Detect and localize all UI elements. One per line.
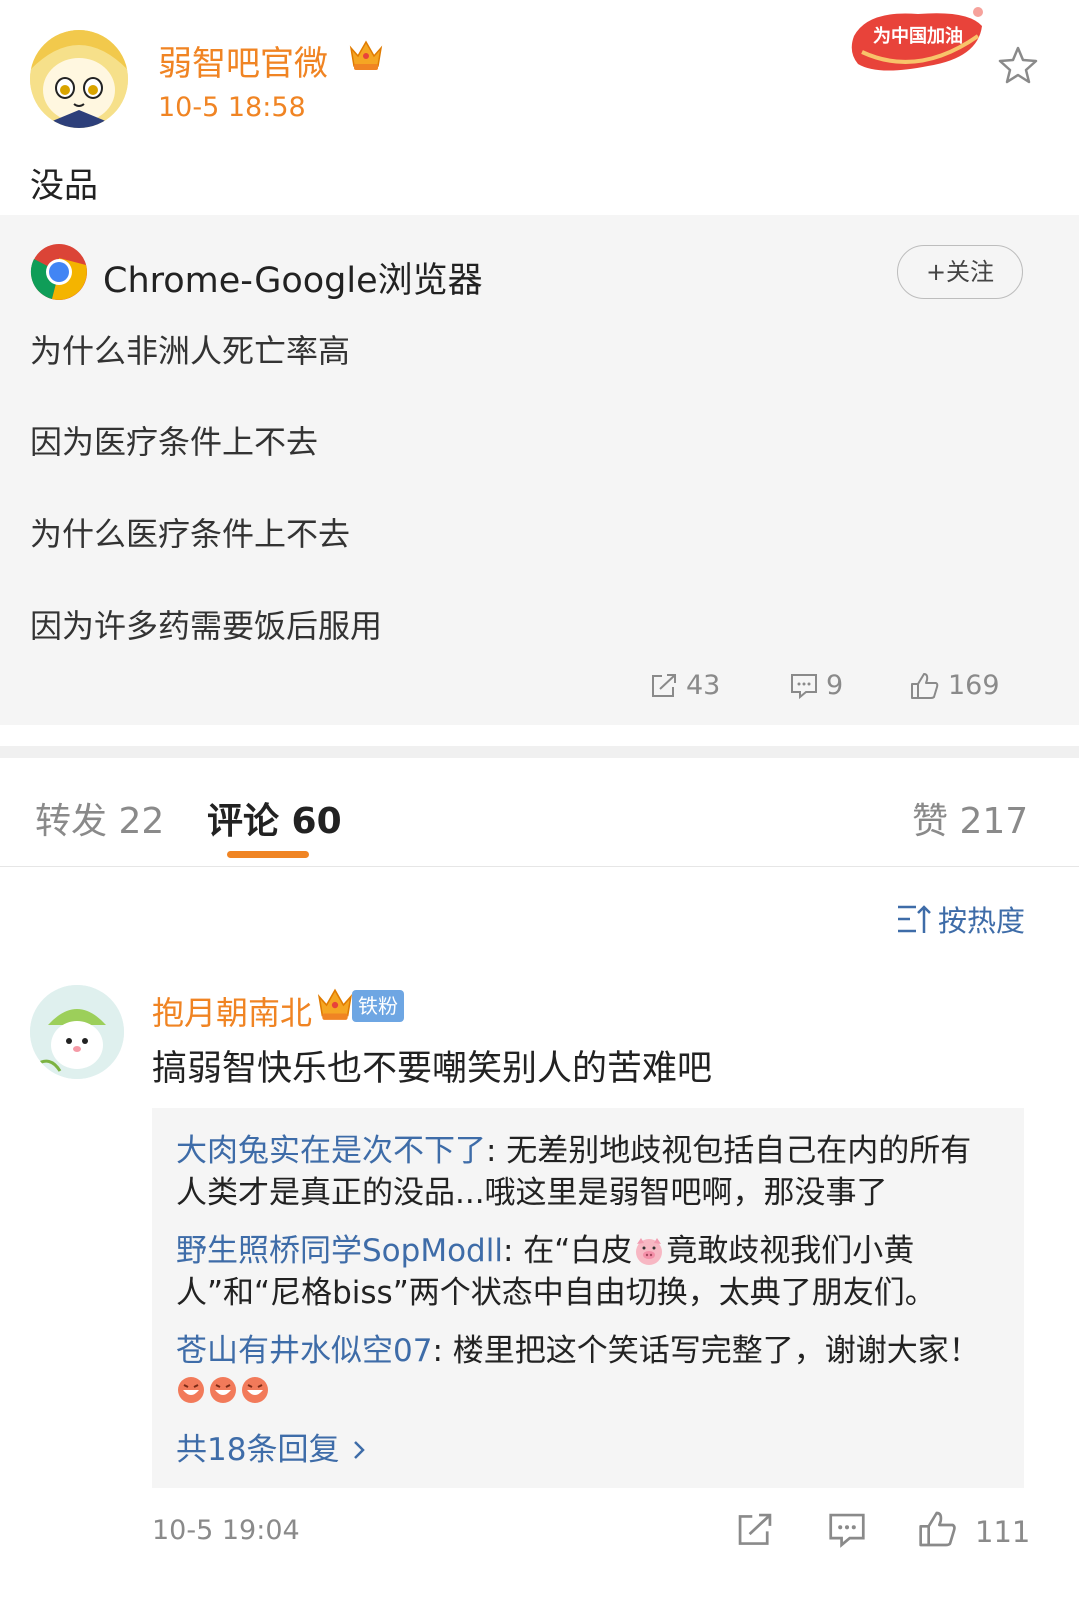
laugh-emoji-icon (178, 1377, 204, 1403)
crown-icon (316, 986, 354, 1026)
repost-forward-button[interactable]: 43 (650, 670, 720, 701)
share-icon (738, 1513, 772, 1545)
author-name[interactable]: 弱智吧官微 (158, 36, 328, 85)
sort-label: 按热度 (938, 904, 1026, 938)
more-replies-link[interactable]: 共18条回复 (176, 1424, 369, 1469)
sort-button[interactable]: 按热度 (896, 898, 1025, 940)
author-avatar[interactable] (30, 30, 128, 128)
thumbs-up-icon (911, 672, 939, 699)
repost-like-count: 169 (948, 670, 1000, 701)
comment-icon (829, 1513, 865, 1548)
laugh-emoji-row (176, 1374, 272, 1410)
commenter-avatar[interactable] (30, 985, 124, 1079)
repost-line: 为什么医疗条件上不去 (30, 515, 351, 553)
fan-badge: 铁粉 (352, 990, 404, 1022)
comment-reply-button[interactable] (828, 1512, 866, 1552)
reply-item[interactable]: 大肉兔实在是次不下了: 无差别地歧视包括自己在内的所有人类才是真正的没品...哦… (176, 1130, 996, 1214)
tab-forward[interactable]: 转发 22 (35, 792, 164, 844)
tab-comment[interactable]: 评论 60 (207, 792, 342, 844)
comment-like-count: 111 (975, 1515, 1031, 1549)
section-divider (0, 746, 1079, 758)
comment-time: 10-5 19:04 (152, 1515, 300, 1546)
crown-icon (348, 38, 384, 76)
reply-user[interactable]: 野生照桥同学SopModll (176, 1233, 503, 1269)
laugh-emoji-icon (210, 1377, 236, 1403)
thumbs-up-icon (919, 1511, 956, 1547)
campaign-badge[interactable]: 为中国加油 (848, 6, 988, 84)
reply-item[interactable]: 野生照桥同学SopModll: 在“白皮 竟敢歧视我们小黄人”和“尼格biss”两… (176, 1230, 996, 1314)
sort-icon (898, 905, 931, 933)
star-icon[interactable] (998, 46, 1038, 88)
tab-active-indicator (227, 851, 309, 858)
post-time: 10-5 18:58 (158, 92, 306, 123)
reply-text: : 楼里把这个笑话写完整了，谢谢大家！ (432, 1333, 980, 1369)
reply-user[interactable]: 苍山有井水似空07 (176, 1333, 432, 1369)
repost-line: 因为许多药需要饭后服用 (30, 607, 383, 645)
comment-share-button[interactable] (736, 1512, 774, 1552)
tab-divider (0, 866, 1079, 867)
commenter-name[interactable]: 抱月朝南北 (152, 988, 312, 1034)
chrome-icon[interactable] (30, 243, 88, 305)
reply-user[interactable]: 大肉兔实在是次不下了 (176, 1133, 486, 1169)
follow-button[interactable]: +关注 (897, 245, 1023, 299)
repost-line: 为什么非洲人死亡率高 (30, 332, 351, 370)
share-icon (652, 673, 676, 697)
laugh-emoji-icon (242, 1377, 268, 1403)
comment-icon (791, 673, 817, 699)
repost-comment-count: 9 (826, 670, 844, 701)
more-replies-label: 共18条回复 (176, 1432, 340, 1468)
post-text: 没品 (30, 166, 98, 206)
badge-text: 为中国加油 (873, 25, 963, 47)
repost-forward-count: 43 (686, 670, 721, 701)
repost-line: 因为医疗条件上不去 (30, 423, 319, 461)
repost-author[interactable]: Chrome-Google浏览器 (103, 252, 483, 303)
repost-like-button[interactable]: 169 (910, 670, 1000, 701)
comment-like-button[interactable] (918, 1510, 958, 1552)
tab-like[interactable]: 赞 217 (912, 792, 1028, 844)
reply-item[interactable]: 苍山有井水似空07: 楼里把这个笑话写完整了，谢谢大家！ (176, 1330, 996, 1372)
repost-comment-button[interactable]: 9 (790, 670, 843, 701)
chevron-right-icon (349, 1432, 369, 1468)
comment-text: 搞弱智快乐也不要嘲笑别人的苦难吧 (152, 1049, 713, 1089)
pig-emoji-icon (632, 1233, 666, 1269)
reply-text: : 在“白皮 (502, 1233, 633, 1269)
